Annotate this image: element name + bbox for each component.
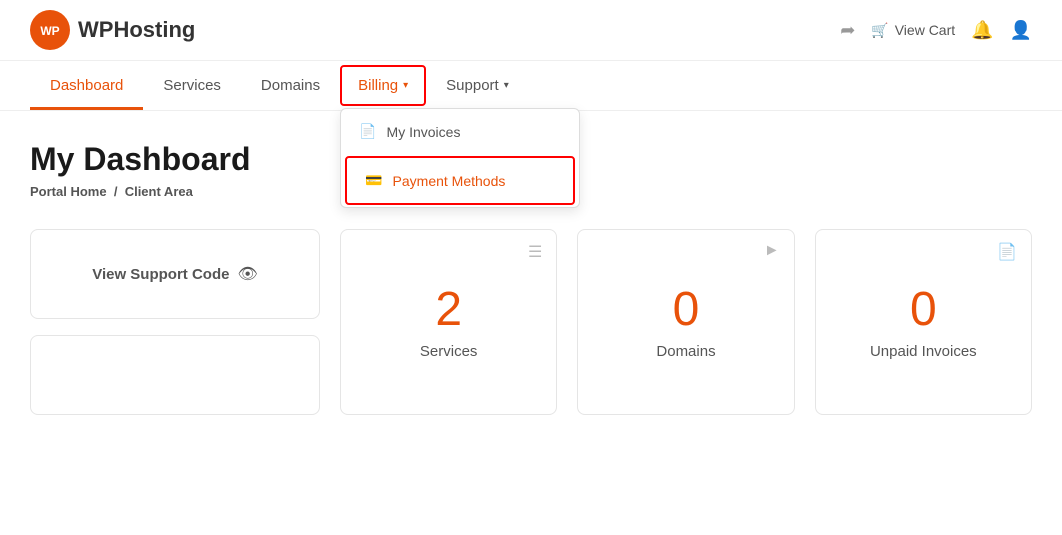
extra-card [30, 335, 320, 415]
nav-item-billing[interactable]: Billing ▾ [340, 65, 426, 106]
eye-icon: 👁 [237, 264, 257, 284]
logo-area: WP WPHosting [30, 10, 195, 50]
billing-dropdown-menu: 📄 My Invoices 💳 Payment Methods [340, 108, 580, 208]
services-number: 2 [435, 284, 462, 337]
domains-label: Domains [656, 343, 715, 360]
unpaid-invoices-label: Unpaid Invoices [870, 343, 977, 360]
logo-icon: WP [30, 10, 70, 50]
support-code-card[interactable]: View Support Code 👁 [30, 229, 320, 319]
view-cart-button[interactable]: 🛒 View Cart [871, 22, 955, 39]
share-icon[interactable]: ➦ [840, 20, 855, 41]
domains-icon: ► [764, 242, 780, 260]
cart-icon: 🛒 [871, 22, 888, 39]
support-code-label: View Support Code [92, 266, 229, 283]
dashboard-cards: View Support Code 👁 ☰ 2 Services ► 0 Dom… [30, 229, 1032, 415]
invoice-icon: 📄 [359, 123, 376, 140]
unpaid-invoices-icon: 📄 [997, 242, 1017, 262]
domains-number: 0 [673, 284, 700, 337]
nav-item-domains[interactable]: Domains [241, 61, 340, 110]
unpaid-invoices-card[interactable]: 📄 0 Unpaid Invoices [815, 229, 1032, 415]
breadcrumb-current: Client Area [125, 184, 193, 199]
main-nav: Dashboard Services Domains Billing ▾ 📄 M… [0, 61, 1062, 111]
domains-card[interactable]: ► 0 Domains [577, 229, 794, 415]
header-right: ➦ 🛒 View Cart 🔔 👤 [840, 20, 1032, 41]
svg-text:WP: WP [40, 24, 59, 38]
nav-item-support[interactable]: Support ▾ [426, 61, 529, 110]
header: WP WPHosting ➦ 🛒 View Cart 🔔 👤 [0, 0, 1062, 61]
nav-item-dashboard[interactable]: Dashboard [30, 61, 143, 110]
bell-icon[interactable]: 🔔 [971, 20, 993, 41]
view-cart-label: View Cart [895, 22, 955, 38]
dropdown-item-payment-methods[interactable]: 💳 Payment Methods [345, 156, 575, 205]
chevron-down-icon-support: ▾ [504, 80, 509, 91]
chevron-down-icon: ▾ [403, 80, 408, 91]
logo-text: WPHosting [78, 17, 195, 43]
payment-icon: 💳 [365, 172, 382, 189]
billing-dropdown-wrapper: Billing ▾ 📄 My Invoices 💳 Payment Method… [340, 65, 426, 106]
services-icon: ☰ [528, 242, 542, 262]
services-card[interactable]: ☰ 2 Services [340, 229, 557, 415]
dropdown-item-my-invoices[interactable]: 📄 My Invoices [341, 109, 579, 154]
nav-item-services[interactable]: Services [143, 61, 241, 110]
services-label: Services [420, 343, 478, 360]
left-cards-column: View Support Code 👁 [30, 229, 320, 415]
my-invoices-label: My Invoices [387, 124, 461, 140]
unpaid-invoices-number: 0 [910, 284, 937, 337]
payment-methods-label: Payment Methods [393, 173, 506, 189]
breadcrumb-home[interactable]: Portal Home [30, 184, 110, 199]
user-icon[interactable]: 👤 [1010, 20, 1032, 41]
